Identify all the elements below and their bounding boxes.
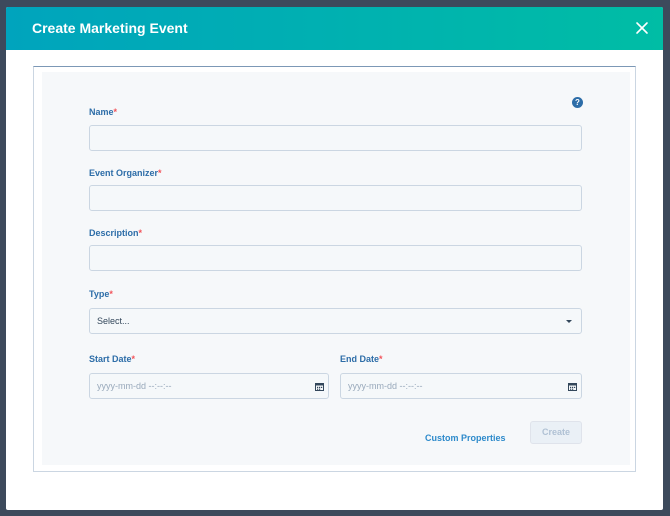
description-label: Description*: [89, 228, 142, 239]
event-organizer-field[interactable]: [89, 185, 582, 211]
required-mark: *: [158, 168, 162, 178]
required-mark: *: [113, 107, 118, 117]
end-date-label: End Date*: [340, 354, 383, 365]
type-select[interactable]: Select...: [89, 308, 582, 334]
required-mark: *: [131, 354, 136, 364]
help-icon[interactable]: ?: [572, 97, 583, 108]
create-button[interactable]: Create: [530, 421, 582, 444]
event-organizer-label: Event Organizer*: [89, 168, 162, 179]
description-field[interactable]: [89, 245, 582, 271]
close-button[interactable]: [635, 21, 649, 35]
modal-header: Create Marketing Event: [6, 7, 663, 50]
event-organizer-input[interactable]: [90, 186, 581, 210]
calendar-icon[interactable]: [568, 382, 577, 391]
end-date-field[interactable]: [340, 373, 582, 399]
modal-title: Create Marketing Event: [32, 20, 188, 36]
name-label-text: Name: [89, 107, 114, 117]
start-date-label: Start Date*: [89, 354, 135, 365]
type-select-value: Select...: [97, 316, 130, 326]
description-label-text: Description: [89, 228, 139, 238]
description-input[interactable]: [90, 246, 581, 270]
start-date-label-text: Start Date: [89, 354, 132, 364]
caret-down-icon: [566, 320, 572, 323]
type-label: Type*: [89, 289, 113, 300]
start-date-input[interactable]: [90, 374, 328, 398]
type-label-text: Type: [89, 289, 110, 299]
create-marketing-event-modal: Create Marketing Event ? Name* Event Org…: [6, 7, 663, 510]
required-mark: *: [379, 354, 383, 364]
form-frame: ? Name* Event Organizer* Description* Ty…: [33, 66, 636, 472]
end-date-input[interactable]: [341, 374, 581, 398]
close-icon: [636, 22, 648, 34]
form-panel: ? Name* Event Organizer* Description* Ty…: [42, 72, 630, 465]
required-mark: *: [109, 289, 113, 299]
end-date-label-text: End Date: [340, 354, 380, 364]
start-date-field[interactable]: [89, 373, 329, 399]
custom-properties-link[interactable]: Custom Properties: [425, 433, 506, 444]
name-label: Name*: [89, 107, 117, 118]
name-input[interactable]: [90, 126, 581, 150]
event-organizer-label-text: Event Organizer: [89, 168, 159, 178]
required-mark: *: [138, 228, 143, 238]
calendar-icon[interactable]: [315, 382, 324, 391]
name-field[interactable]: [89, 125, 582, 151]
